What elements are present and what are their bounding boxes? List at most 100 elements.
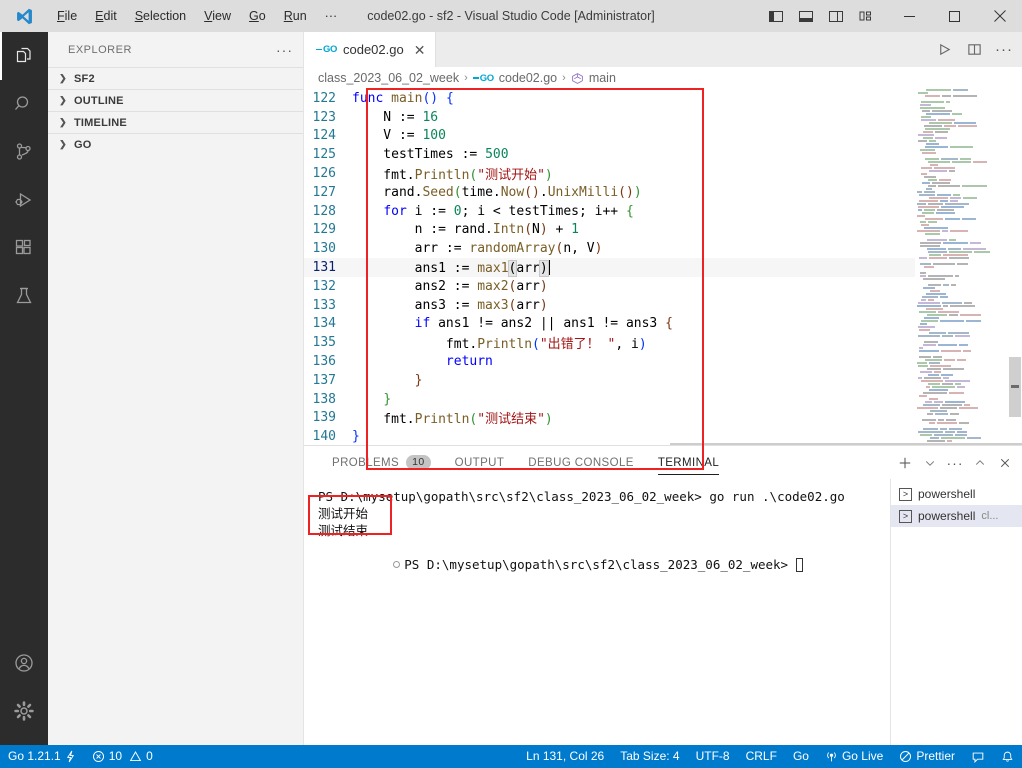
breadcrumb-file[interactable]: code02.go [499, 71, 557, 85]
editor-vertical-scrollbar[interactable] [1008, 89, 1022, 453]
maximize-button[interactable] [932, 0, 977, 32]
minimap-line [915, 200, 1008, 202]
status-cursor-position[interactable]: Ln 131, Col 26 [518, 745, 612, 768]
minimap-line [915, 89, 1008, 91]
editor-more-actions-icon[interactable]: ··· [990, 36, 1018, 64]
terminal-tab-powershell-2[interactable]: > powershell cl... [891, 505, 1022, 527]
breadcrumb: class_2023_06_02_week › GO code02.go › m… [304, 67, 1022, 89]
terminal-output[interactable]: PS D:\mysetup\gopath\src\sf2\class_2023_… [304, 479, 890, 745]
minimap-line [915, 293, 1008, 295]
minimap-line [915, 242, 1008, 244]
menu-edit[interactable]: Edit [86, 4, 126, 28]
run-file-icon[interactable] [930, 36, 958, 64]
minimap-line [915, 311, 1008, 313]
sidebar-section-timeline[interactable]: ❯ TIMELINE [48, 111, 303, 133]
status-label: Go Live [841, 749, 884, 763]
tab-problems[interactable]: PROBLEMS 10 [320, 446, 443, 479]
activity-settings[interactable] [0, 687, 48, 735]
minimap-line [915, 317, 1008, 319]
code-editor[interactable]: 122 func main() {123 N := 16 124 V := 100 1… [304, 89, 1022, 453]
minimap-line [915, 95, 1008, 97]
menu-file[interactable]: File [48, 4, 86, 28]
minimap-line [915, 158, 1008, 160]
minimap-line [915, 380, 1008, 382]
activity-testing[interactable] [0, 272, 48, 320]
activity-source-control[interactable] [0, 128, 48, 176]
minimap-line [915, 140, 1008, 142]
minimap-line [915, 146, 1008, 148]
toggle-secondary-sidebar-icon[interactable] [821, 1, 851, 31]
tab-code02-go[interactable]: GO code02.go ✕ [304, 32, 437, 67]
maximize-panel-icon[interactable] [969, 450, 991, 476]
menu-more[interactable]: ··· [316, 4, 347, 28]
source-control-icon [16, 143, 31, 160]
breadcrumb-folder[interactable]: class_2023_06_02_week [318, 71, 459, 85]
status-notifications[interactable] [993, 745, 1022, 768]
sidebar-section-outline[interactable]: ❯ OUTLINE [48, 89, 303, 111]
status-bar: Go 1.21.1 10 0 Ln 131, Col 26 Tab Size: … [0, 745, 1022, 768]
status-eol[interactable]: CRLF [738, 745, 785, 768]
minimap-line [915, 437, 1008, 439]
minimap-line [915, 125, 1008, 127]
text-cursor [547, 259, 550, 275]
status-go-live[interactable]: Go Live [817, 745, 891, 768]
terminal-tab-label: powershell [918, 487, 976, 501]
activity-explorer[interactable] [0, 32, 48, 80]
sidebar-more-actions-icon[interactable]: ··· [276, 42, 293, 58]
menu-run[interactable]: Run [275, 4, 316, 28]
panel-actions: ··· [894, 446, 1016, 479]
menu-view[interactable]: View [195, 4, 240, 28]
toggle-panel-icon[interactable] [791, 1, 821, 31]
tab-output[interactable]: OUTPUT [443, 446, 517, 479]
minimap-slider[interactable] [1009, 357, 1021, 417]
new-terminal-icon[interactable] [894, 450, 916, 476]
minimap[interactable] [915, 89, 1008, 453]
minimap-line [915, 275, 1008, 277]
activity-run-and-debug[interactable] [0, 176, 48, 224]
sidebar-section-go[interactable]: ❯ GO [48, 133, 303, 155]
activity-accounts[interactable] [0, 639, 48, 687]
status-encoding[interactable]: UTF-8 [688, 745, 738, 768]
explorer-sidebar: EXPLORER ··· ❯ SF2 ❯ OUTLINE ❯ TIMELINE … [48, 32, 304, 745]
minimap-line [915, 92, 1008, 94]
status-problems[interactable]: 10 0 [84, 745, 161, 768]
minimap-line [915, 215, 1008, 217]
status-feedback[interactable] [963, 745, 993, 768]
minimap-line [915, 122, 1008, 124]
menu-go[interactable]: Go [240, 4, 275, 28]
minimize-button[interactable] [887, 0, 932, 32]
panel-more-actions-icon[interactable]: ··· [944, 450, 966, 476]
minimap-line [915, 431, 1008, 433]
tab-debug-console[interactable]: DEBUG CONSOLE [516, 446, 646, 479]
status-language-mode[interactable]: Go [785, 745, 817, 768]
minimap-line [915, 149, 1008, 151]
symbol-function-icon [571, 72, 584, 85]
terminal[interactable]: PS D:\mysetup\gopath\src\sf2\class_2023_… [304, 479, 1022, 745]
status-prettier[interactable]: Prettier [891, 745, 963, 768]
line-number: 133 [312, 297, 336, 313]
status-indentation[interactable]: Tab Size: 4 [612, 745, 687, 768]
close-panel-icon[interactable] [994, 450, 1016, 476]
close-button[interactable] [977, 0, 1022, 32]
line-number: 138 [312, 391, 336, 407]
chevron-down-icon[interactable] [919, 450, 941, 476]
minimap-line [915, 302, 1008, 304]
customize-layout-icon[interactable] [851, 1, 881, 31]
close-tab-icon[interactable]: ✕ [414, 43, 426, 57]
go-file-icon: GO [316, 44, 337, 55]
sidebar-section-sf2[interactable]: ❯ SF2 [48, 67, 303, 89]
activity-search[interactable] [0, 80, 48, 128]
status-go-version[interactable]: Go 1.21.1 [0, 745, 84, 768]
error-count: 10 [108, 749, 123, 763]
activity-extensions[interactable] [0, 224, 48, 272]
tab-terminal[interactable]: TERMINAL [646, 446, 731, 479]
toggle-primary-sidebar-icon[interactable] [761, 1, 791, 31]
line-number: 134 [312, 316, 336, 332]
menu-bar[interactable]: File Edit Selection View Go Run ··· [48, 4, 346, 28]
breadcrumb-separator-icon: › [562, 72, 566, 84]
minimap-line [915, 362, 1008, 364]
breadcrumb-symbol[interactable]: main [589, 71, 616, 85]
menu-selection[interactable]: Selection [126, 4, 195, 28]
split-editor-icon[interactable] [960, 36, 988, 64]
terminal-tab-powershell-1[interactable]: > powershell [891, 483, 1022, 505]
